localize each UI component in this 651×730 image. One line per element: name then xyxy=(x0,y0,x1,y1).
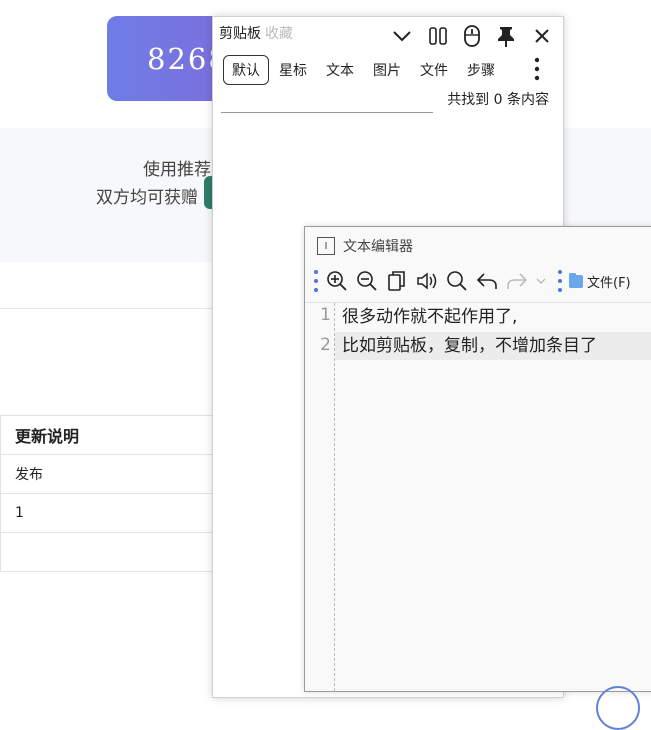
pin-icon[interactable] xyxy=(495,25,517,47)
table-row: 发布 xyxy=(0,454,230,494)
redo-icon[interactable] xyxy=(505,269,529,293)
tab-images[interactable]: 图片 xyxy=(364,55,410,85)
table-cell xyxy=(2,532,230,572)
clipboard-title: 剪贴板 收藏 xyxy=(219,23,293,43)
update-table: 更新说明 发布 1 xyxy=(0,415,230,572)
toolbar-grip-icon[interactable] xyxy=(557,270,563,292)
table-header-notes: 更新说明 xyxy=(2,415,230,455)
line-number: 2 xyxy=(320,335,331,355)
search-icon[interactable] xyxy=(445,269,469,293)
banner: 8268 xyxy=(107,16,227,101)
tab-files[interactable]: 文件 xyxy=(411,55,457,85)
mouse-icon[interactable] xyxy=(461,25,483,47)
floating-action-button[interactable] xyxy=(596,686,640,730)
table-row: 1 xyxy=(0,493,230,533)
text-line[interactable]: 很多动作就不起作用了, xyxy=(342,303,517,331)
table-cell: 发布 xyxy=(2,454,230,494)
editor-toolbar: 文件(F) xyxy=(313,269,631,293)
toolbar-grip-icon[interactable] xyxy=(313,270,319,292)
favorites-tab[interactable]: 收藏 xyxy=(265,26,293,42)
folder-icon xyxy=(569,272,583,288)
undo-icon[interactable] xyxy=(475,269,499,293)
search-input[interactable] xyxy=(221,112,433,113)
clipboard-tabs: 默认 星标 文本 图片 文件 步骤 xyxy=(223,55,505,85)
editor-title: 文本编辑器 xyxy=(343,239,413,255)
result-count: 共找到 0 条内容 xyxy=(447,92,549,108)
promo-line-2: 双方均可获赠 xyxy=(96,188,198,208)
tab-default[interactable]: 默认 xyxy=(223,55,269,85)
tab-text[interactable]: 文本 xyxy=(317,55,363,85)
line-number: 1 xyxy=(320,305,331,325)
dropdown-icon[interactable] xyxy=(535,269,547,293)
more-vertical-icon[interactable] xyxy=(531,57,543,85)
editor-app-icon: I xyxy=(317,237,335,255)
promo-line-1: 使用推荐 xyxy=(143,160,211,180)
table-cell: 1 xyxy=(2,493,230,533)
clipboard-title-text: 剪贴板 xyxy=(219,26,261,42)
editor-text-area[interactable]: 1 2 很多动作就不起作用了, 比如剪贴板，复制，不增加条目了 xyxy=(305,302,651,691)
editor-titlebar: I 文本编辑器 xyxy=(317,236,413,256)
text-line-current[interactable]: 比如剪贴板，复制，不增加条目了 xyxy=(335,332,651,360)
close-icon[interactable] xyxy=(531,25,553,47)
tab-steps[interactable]: 步骤 xyxy=(458,55,504,85)
zoom-out-icon[interactable] xyxy=(355,269,379,293)
copy-icon[interactable] xyxy=(385,269,409,293)
split-columns-icon[interactable] xyxy=(427,25,449,47)
file-menu[interactable]: 文件(F) xyxy=(569,272,631,291)
text-editor-window: I 文本编辑器 文件(F) 1 2 很多动作就不起作用了, 比如剪贴板，复制，不… xyxy=(304,226,651,692)
zoom-in-icon[interactable] xyxy=(325,269,349,293)
line-number-gutter: 1 2 xyxy=(305,303,335,691)
chevron-down-icon[interactable] xyxy=(391,25,413,47)
table-row xyxy=(0,532,230,572)
tab-starred[interactable]: 星标 xyxy=(270,55,316,85)
file-menu-label: 文件(F) xyxy=(587,275,631,291)
table-header-row: 更新说明 xyxy=(0,415,230,455)
speaker-icon[interactable] xyxy=(415,269,439,293)
